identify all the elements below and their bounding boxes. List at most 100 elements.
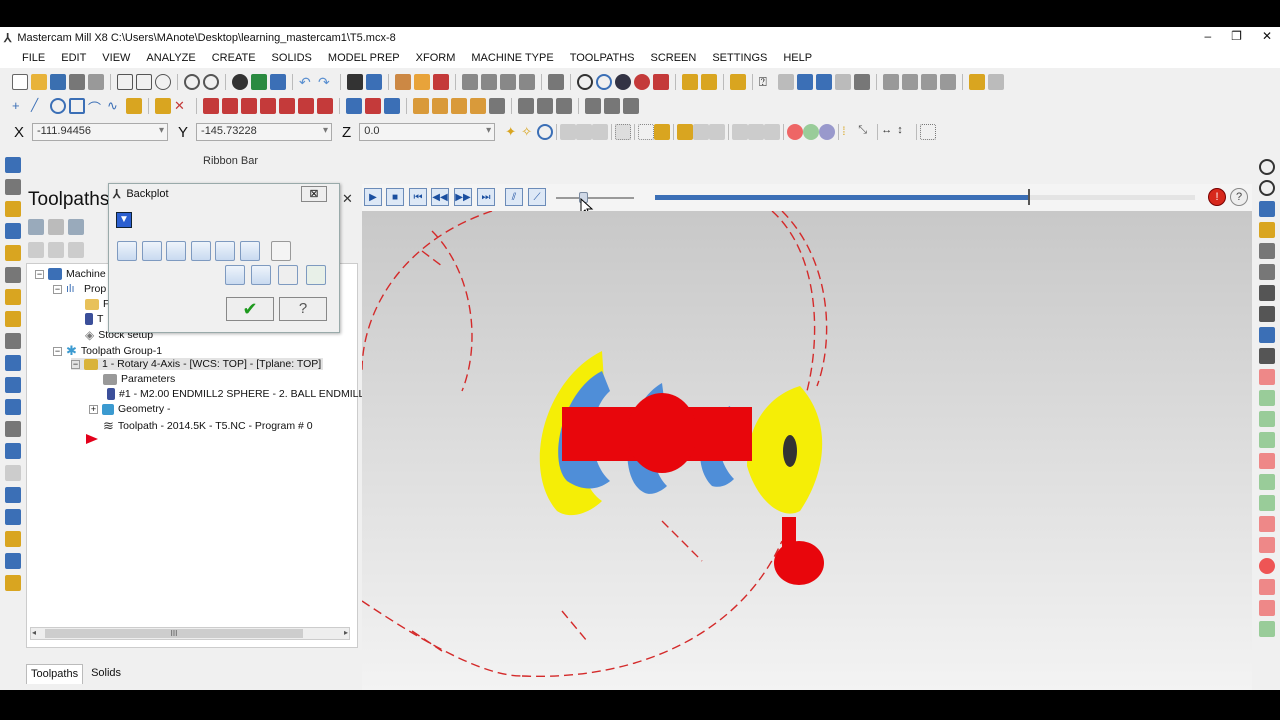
verify-select-icon[interactable]	[732, 124, 749, 140]
offset-icon[interactable]	[241, 98, 257, 114]
chamfer-icon[interactable]	[222, 98, 238, 114]
info-icon[interactable]	[819, 124, 836, 140]
view-top-icon[interactable]	[481, 74, 497, 90]
calc-icon[interactable]	[835, 74, 851, 90]
zoom-icon[interactable]	[155, 74, 171, 90]
shortcut-2-icon[interactable]	[1259, 390, 1275, 406]
shade-icon[interactable]	[615, 74, 631, 90]
stock-model-icon[interactable]	[5, 465, 21, 481]
insert-arrow[interactable]	[85, 433, 99, 445]
brush-icon[interactable]	[701, 74, 717, 90]
save-geometry-icon[interactable]	[306, 265, 326, 285]
project-toolpath-icon[interactable]	[5, 377, 21, 393]
grid-icon[interactable]	[854, 74, 870, 90]
curve-icon[interactable]	[5, 399, 21, 415]
post-ops-icon[interactable]	[68, 242, 84, 258]
tab-solids[interactable]: Solids	[87, 664, 125, 684]
pen-icon[interactable]	[682, 74, 698, 90]
tree-toolpath[interactable]: ≋ Toolpath - 2014.5K - T5.NC - Program #…	[103, 418, 313, 434]
regen-icon[interactable]	[68, 219, 84, 235]
wave-icon[interactable]	[48, 242, 64, 258]
box-icon[interactable]	[470, 98, 486, 114]
trim-toolpath-icon[interactable]	[5, 421, 21, 437]
nest-icon[interactable]	[5, 487, 21, 503]
backplot-close-button[interactable]: ⊠	[301, 186, 327, 202]
display-tool-icon[interactable]	[142, 241, 162, 261]
tab-toolpaths[interactable]: Toolpaths	[26, 664, 84, 684]
gview-zoom-icon[interactable]	[1259, 180, 1275, 196]
screen-icon[interactable]	[347, 74, 363, 90]
project-icon[interactable]	[317, 98, 333, 114]
x-coordinate-input[interactable]: -111.94456	[32, 123, 169, 141]
translate-icon[interactable]	[921, 74, 937, 90]
wand-icon[interactable]	[730, 74, 746, 90]
engrave-icon[interactable]	[5, 333, 21, 349]
autocursor-help-icon[interactable]	[537, 124, 554, 140]
menu-file[interactable]: FILE	[14, 52, 53, 64]
tree-operation[interactable]: − 1 - Rotary 4-Axis - [WCS: TOP] - [Tpla…	[71, 358, 324, 370]
edge-icon[interactable]	[709, 124, 726, 140]
face-icon[interactable]	[677, 124, 694, 140]
stock-icon[interactable]	[433, 74, 449, 90]
view-iso-icon[interactable]	[462, 74, 478, 90]
gview-top-icon[interactable]	[1259, 201, 1275, 217]
menu-toolpaths[interactable]: TOOLPATHS	[562, 52, 643, 64]
lock-icon[interactable]	[28, 242, 44, 258]
scroll-left-icon[interactable]: ◂	[32, 628, 36, 637]
modify-icon[interactable]	[279, 98, 295, 114]
gview-save-icon[interactable]	[1259, 327, 1275, 343]
mesh-icon[interactable]	[556, 98, 572, 114]
wireframe-icon[interactable]	[5, 553, 21, 569]
endpoint-icon[interactable]: ⁞	[842, 124, 858, 140]
menu-view[interactable]: VIEW	[94, 52, 138, 64]
window-select-icon[interactable]	[615, 124, 632, 140]
progress-marker[interactable]	[1027, 189, 1030, 205]
shortcut-5-icon[interactable]	[1259, 453, 1275, 469]
check-holder-icon[interactable]	[5, 509, 21, 525]
gview-rotate-icon[interactable]	[1259, 159, 1275, 175]
gview-grid-icon[interactable]	[1259, 285, 1275, 301]
transform-toolpath-icon[interactable]	[5, 443, 21, 459]
scale-icon[interactable]	[902, 74, 918, 90]
rectangle-icon[interactable]	[69, 98, 85, 114]
shortcut-1-icon[interactable]	[1259, 369, 1275, 385]
quick-verify-icon[interactable]	[240, 241, 260, 261]
gview-side-icon[interactable]	[1259, 243, 1275, 259]
contour-icon[interactable]	[5, 179, 21, 195]
scroll-thumb[interactable]: III	[45, 629, 303, 638]
fit-icon[interactable]	[117, 74, 133, 90]
sphere-icon[interactable]	[577, 74, 593, 90]
progress-track[interactable]	[655, 189, 1195, 205]
blend-icon[interactable]	[5, 355, 21, 371]
grid-snap-icon[interactable]	[920, 124, 937, 140]
shortcut-7-icon[interactable]	[1259, 495, 1275, 511]
menu-settings[interactable]: SETTINGS	[704, 52, 775, 64]
tree-geometry[interactable]: + Geometry -	[89, 403, 171, 415]
skip-forward-button[interactable]: ⏭	[477, 188, 495, 206]
step-back-button[interactable]: ◀◀	[431, 188, 449, 206]
refresh-icon[interactable]	[251, 74, 267, 90]
plugin-icon[interactable]	[797, 74, 813, 90]
print-preview-icon[interactable]	[88, 74, 104, 90]
mask-icon[interactable]	[764, 124, 781, 140]
horizontal-dim-icon[interactable]: ↔	[881, 124, 897, 140]
print-icon[interactable]	[69, 74, 85, 90]
tree-toolpath-group[interactable]: − ✱ Toolpath Group-1	[53, 343, 162, 359]
point-icon[interactable]: +	[12, 98, 28, 114]
gview-iso-icon[interactable]	[1259, 264, 1275, 280]
ok-icon[interactable]	[803, 124, 820, 140]
tree-files[interactable]: F	[85, 298, 109, 310]
ok-button[interactable]: ✔	[226, 297, 274, 321]
zoom-window-icon[interactable]	[136, 74, 152, 90]
menu-analyze[interactable]: ANALYZE	[138, 52, 203, 64]
shortcut-12-icon[interactable]	[1259, 600, 1275, 616]
machine-icon[interactable]	[489, 98, 505, 114]
chart-icon[interactable]	[816, 74, 832, 90]
stop-icon[interactable]	[787, 124, 804, 140]
simulator-icon[interactable]	[5, 575, 21, 591]
trim-break-icon[interactable]	[155, 98, 171, 114]
tree-horizontal-scrollbar[interactable]: ◂ III ▸	[30, 627, 350, 640]
extend-icon[interactable]	[298, 98, 314, 114]
mill-toolpath-icon[interactable]	[5, 157, 21, 173]
menu-create[interactable]: CREATE	[204, 52, 264, 64]
